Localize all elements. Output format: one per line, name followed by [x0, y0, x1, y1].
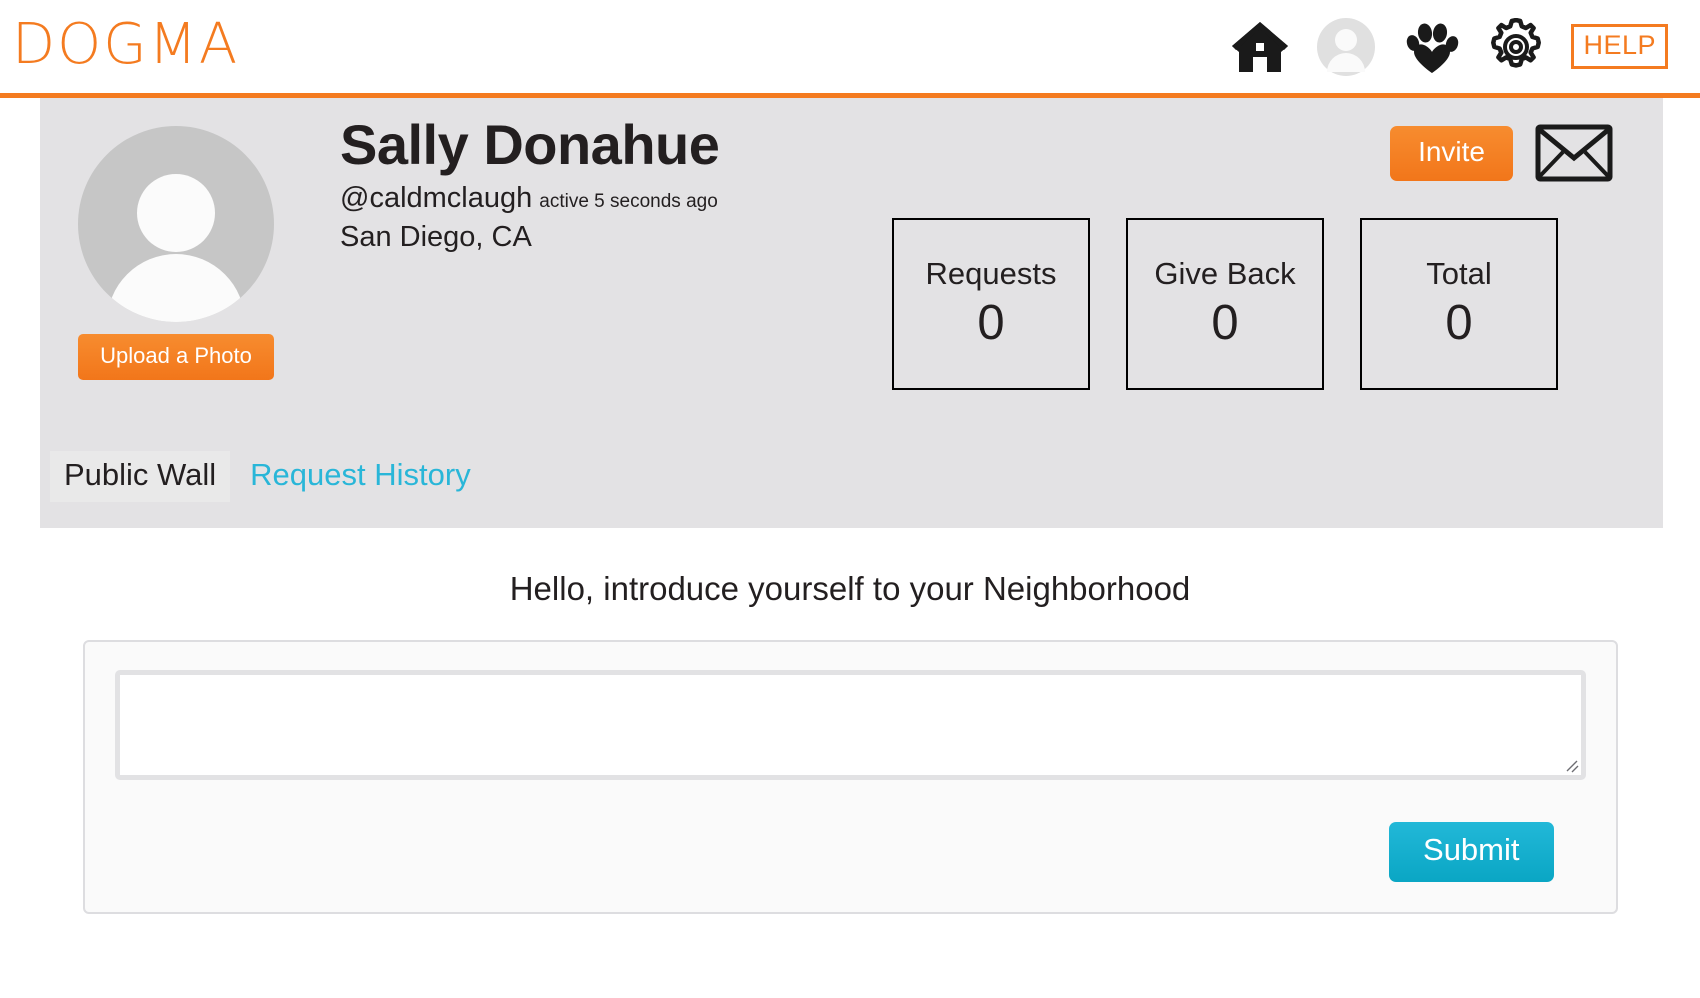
tab-public-wall[interactable]: Public Wall [50, 451, 231, 502]
header-actions: HELP [1229, 17, 1682, 76]
stat-box-requests: Requests 0 [892, 218, 1090, 390]
stat-box-total: Total 0 [1360, 218, 1558, 390]
profile-panel: Upload a Photo Sally Donahue @caldmclaug… [40, 98, 1663, 528]
avatar-head [137, 174, 215, 252]
wall-heading: Hello, introduce yourself to your Neighb… [509, 570, 1191, 607]
profile-summary: Upload a Photo Sally Donahue @caldmclaug… [40, 98, 1663, 438]
submit-row: Submit [115, 822, 1586, 882]
identity-block: Sally Donahue @caldmclaugh active 5 secon… [340, 112, 720, 254]
avatar [78, 126, 274, 322]
app-header: DOGMA HELP [0, 0, 1700, 93]
profile-display-name: Sally Donahue [340, 113, 720, 176]
invite-row: Invite [1390, 124, 1613, 182]
gear-icon[interactable] [1487, 17, 1545, 76]
tab-request-history[interactable]: Request History [236, 451, 485, 502]
stat-box-give-back: Give Back 0 [1126, 218, 1324, 390]
stat-label: Requests [925, 255, 1057, 291]
profile-location: San Diego, CA [340, 221, 532, 254]
compose-textarea[interactable] [119, 675, 1581, 775]
help-button[interactable]: HELP [1571, 24, 1668, 69]
stat-value: 0 [1211, 295, 1239, 350]
submit-button[interactable]: Submit [1389, 822, 1554, 882]
stat-value: 0 [1445, 295, 1473, 350]
envelope-icon[interactable] [1535, 124, 1613, 182]
handle-line: @caldmclaugh active 5 seconds ago [340, 182, 719, 215]
profile-avatar-icon[interactable] [1317, 17, 1376, 76]
public-wall-section: Hello, introduce yourself to your Neighb… [0, 528, 1700, 914]
avatar-block: Upload a Photo [78, 126, 274, 380]
compose-panel: Submit [82, 640, 1618, 914]
compose-area [114, 670, 1586, 780]
upload-photo-button[interactable]: Upload a Photo [78, 334, 274, 380]
profile-tabs: Public Wall Request History [50, 451, 485, 502]
avatar-body [107, 254, 245, 322]
stat-label: Give Back [1154, 255, 1296, 291]
stat-value: 0 [977, 295, 1005, 350]
active-status: active 5 seconds ago [539, 191, 718, 213]
profile-handle: @caldmclaugh [340, 182, 533, 215]
app-logo[interactable]: DOGMA [8, 16, 239, 73]
stat-label: Total [1426, 255, 1492, 291]
stats-row: Requests 0 Give Back 0 Total 0 [892, 218, 1558, 390]
paw-heart-icon[interactable] [1401, 19, 1461, 75]
home-icon[interactable] [1229, 19, 1291, 75]
invite-button[interactable]: Invite [1390, 125, 1513, 181]
